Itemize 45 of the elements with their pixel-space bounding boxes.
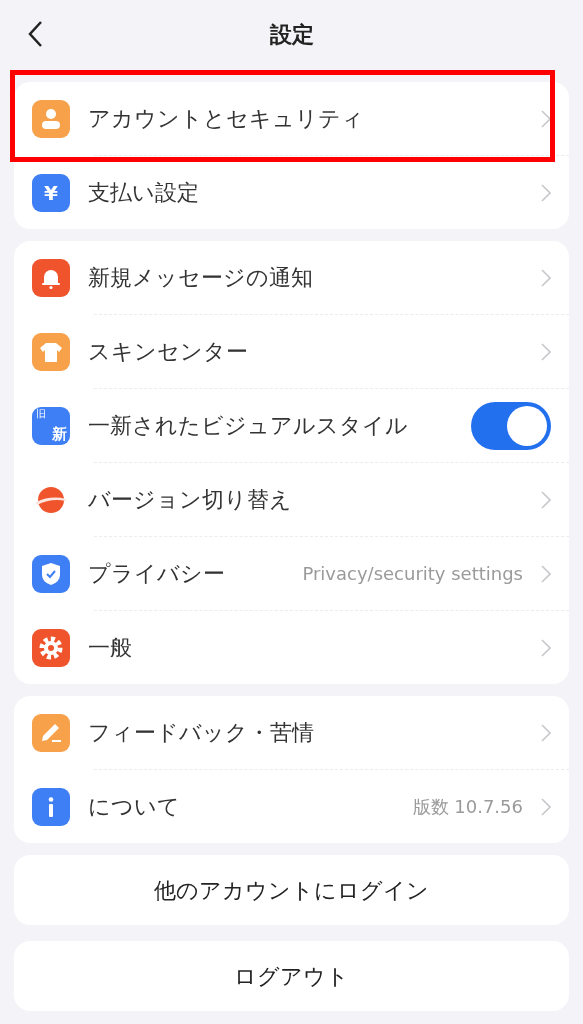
yen-icon: ¥ [32,173,70,212]
row-label: 一般 [88,634,132,662]
settings-row[interactable]: フィードバック・苦情 [14,696,569,769]
chevron-right-icon [541,183,551,202]
gear-icon [32,628,70,667]
action-button[interactable]: 他のアカウントにログイン [14,855,569,925]
chevron-right-icon [541,638,551,657]
row-label: 支払い設定 [88,179,199,207]
chevron-right-icon [541,342,551,361]
action-button[interactable]: ログアウト [14,941,569,1011]
row-label: について [88,793,180,821]
row-label: バージョン切り替え [88,486,292,514]
chevron-right-icon [541,490,551,509]
chevron-right-icon [541,109,551,128]
settings-row[interactable]: スキンセンター [14,315,569,388]
shield-icon [32,554,70,593]
settings-row[interactable]: について 版数 10.7.56 [14,770,569,843]
settings-row[interactable]: 一般 [14,611,569,684]
row-label: スキンセンター [88,338,248,366]
toggle-switch[interactable] [471,401,551,450]
back-icon [27,20,43,48]
settings-row[interactable]: 新規メッセージの通知 [14,241,569,314]
shirt-icon [32,332,70,371]
settings-row[interactable]: アカウントとセキュリティ [14,82,569,155]
settings-row[interactable]: プライバシー Privacy/security settings [14,537,569,610]
settings-row[interactable]: バージョン切り替え [14,463,569,536]
chevron-right-icon [541,564,551,583]
row-label: 新規メッセージの通知 [88,264,313,292]
info-icon [32,787,70,826]
chevron-right-icon [541,268,551,287]
old-new-icon: 旧 新 [32,406,70,445]
chevron-right-icon [541,723,551,742]
person-icon [32,99,70,138]
row-label: アカウントとセキュリティ [88,105,364,133]
pencil-icon [32,713,70,752]
settings-row[interactable]: ¥ 支払い設定 [14,156,569,229]
row-value: 版数 10.7.56 [412,795,523,819]
chevron-right-icon [541,797,551,816]
row-value: Privacy/security settings [302,562,523,586]
row-label: フィードバック・苦情 [88,719,314,747]
page-title: 設定 [269,20,314,49]
row-label: 一新されたビジュアルスタイル [88,412,408,440]
row-label: プライバシー [88,560,225,588]
settings-row[interactable]: 旧 新 一新されたビジュアルスタイル [14,389,569,462]
bell-icon [32,258,70,297]
